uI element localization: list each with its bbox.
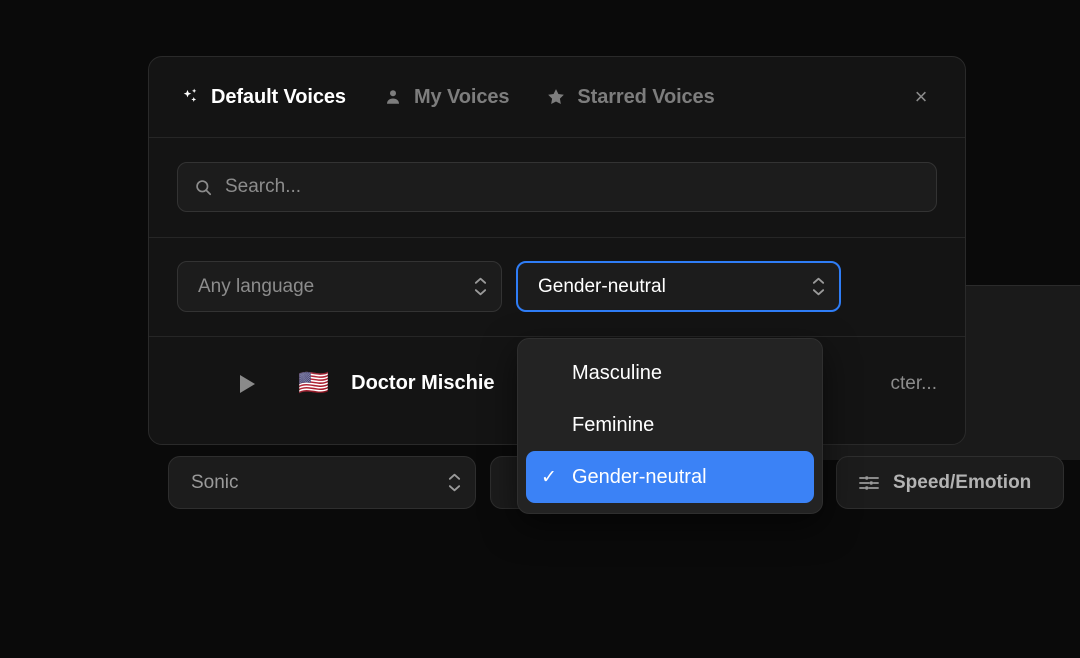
dropdown-option-masculine[interactable]: Masculine — [526, 347, 814, 399]
search-input[interactable]: Search... — [177, 162, 937, 212]
dropdown-option-gender-neutral[interactable]: ✓ Gender-neutral — [526, 451, 814, 503]
flag-icon: 🇺🇸 — [298, 371, 329, 396]
tab-default-voices[interactable]: Default Voices — [179, 86, 346, 109]
search-icon — [194, 178, 213, 197]
model-select[interactable]: Sonic — [168, 456, 476, 509]
chevron-updown-icon — [474, 277, 487, 296]
tab-label: Starred Voices — [577, 86, 714, 109]
star-icon — [545, 86, 567, 108]
tab-label: Default Voices — [211, 86, 346, 109]
filters-row: Any language Gender-neutral — [149, 238, 965, 337]
gender-dropdown-menu: Masculine Feminine ✓ Gender-neutral — [517, 338, 823, 514]
language-select[interactable]: Any language — [177, 261, 502, 312]
check-icon: ✓ — [536, 466, 562, 489]
sparkles-icon — [179, 86, 201, 108]
dropdown-option-label: Feminine — [572, 414, 654, 437]
dropdown-option-label: Gender-neutral — [572, 466, 707, 489]
person-icon — [382, 86, 404, 108]
tab-starred-voices[interactable]: Starred Voices — [545, 86, 714, 109]
chevron-updown-icon — [812, 277, 825, 296]
play-icon[interactable] — [239, 374, 256, 394]
gender-select[interactable]: Gender-neutral — [516, 261, 841, 312]
voice-name: Doctor Mischie — [351, 372, 494, 395]
voice-description: cter... — [891, 373, 937, 395]
close-icon[interactable]: × — [907, 83, 935, 111]
model-select-value: Sonic — [191, 472, 239, 494]
gender-select-value: Gender-neutral — [538, 276, 666, 298]
speed-emotion-button[interactable]: Speed/Emotion — [836, 456, 1064, 509]
chevron-updown-icon — [448, 473, 461, 492]
language-select-value: Any language — [198, 276, 314, 298]
sliders-icon — [859, 474, 879, 492]
tab-my-voices[interactable]: My Voices — [382, 86, 509, 109]
search-placeholder: Search... — [225, 176, 301, 198]
speed-emotion-label: Speed/Emotion — [893, 472, 1031, 494]
dropdown-option-feminine[interactable]: Feminine — [526, 399, 814, 451]
modal-tabbar: Default Voices My Voices Starred Voices … — [149, 57, 965, 138]
dropdown-option-label: Masculine — [572, 362, 662, 385]
search-row: Search... — [149, 138, 965, 238]
tab-label: My Voices — [414, 86, 509, 109]
